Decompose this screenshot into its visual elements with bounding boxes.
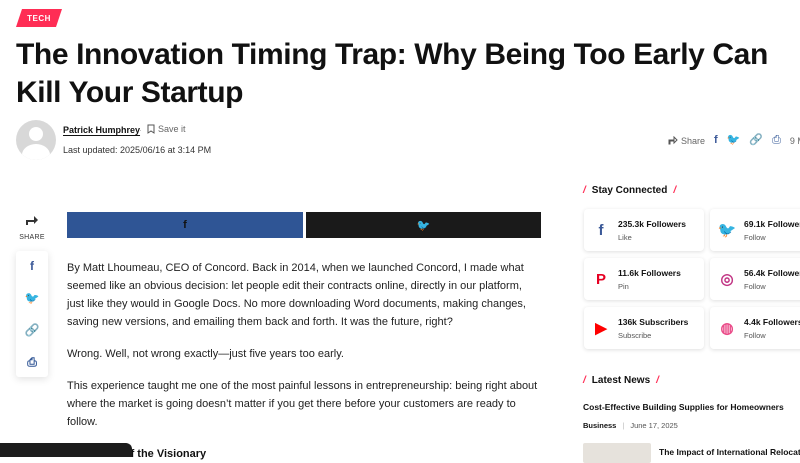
print-icon[interactable]: ⎙ <box>772 135 781 146</box>
latest-news-heading: / Latest News / <box>583 375 659 386</box>
instagram-icon: ◎ <box>720 271 734 288</box>
social-card-youtube[interactable]: ▶ 136k Subscribers Subscribe <box>584 307 704 349</box>
bookmark-icon <box>147 124 155 134</box>
social-count: 4.4k Followers <box>744 316 800 327</box>
twitter-share-button[interactable]: 🐦 <box>306 212 541 238</box>
save-label: Save it <box>158 124 186 134</box>
side-share-button[interactable]: SHARE <box>16 213 48 241</box>
twitter-share-icon[interactable]: 🐦 <box>727 135 741 146</box>
copy-link-icon[interactable]: 🔗 <box>25 321 40 339</box>
header-share-bar: Share f 🐦 🔗 ⎙ 9 M <box>668 135 800 146</box>
share-icon <box>26 216 38 225</box>
news-title-link[interactable]: Cost-Effective Building Supplies for Hom… <box>583 402 784 412</box>
social-count: 11.6k Followers <box>618 267 681 278</box>
social-card-twitter[interactable]: 🐦 69.1k Followers Follow <box>710 209 800 251</box>
share-toggle[interactable]: Share <box>668 136 705 146</box>
social-action: Pin <box>618 281 629 291</box>
article-paragraph: By Matt Lhoumeau, CEO of Concord. Back i… <box>67 262 526 328</box>
dribbble-icon: ◍ <box>720 320 734 337</box>
article-subheading: The Curse of the Visionary <box>67 448 207 460</box>
social-count: 235.3k Followers <box>618 218 687 229</box>
meta-separator: · <box>139 125 142 135</box>
share-label: Share <box>681 135 706 146</box>
category-tag[interactable]: TECH <box>16 9 62 27</box>
facebook-icon: f <box>183 219 187 231</box>
social-action: Follow <box>744 330 766 340</box>
social-count: 69.1k Followers <box>744 218 800 229</box>
floating-share-panel: SHARE f 🐦 🔗 ⎙ <box>16 213 48 377</box>
share-count: 9 M <box>789 135 800 146</box>
news-thumbnail[interactable] <box>583 443 651 463</box>
print-icon[interactable]: ⎙ <box>27 353 37 371</box>
twitter-icon: 🐦 <box>717 222 737 239</box>
stay-connected-heading: / Stay Connected / <box>583 185 677 196</box>
news-meta: Business | June 17, 2025 <box>583 421 678 430</box>
author-avatar[interactable] <box>16 120 56 160</box>
save-button[interactable]: Save it <box>147 124 186 134</box>
article-body: By Matt Lhoumeau, CEO of Concord. Back i… <box>67 259 541 463</box>
youtube-icon: ▶ <box>595 320 607 337</box>
facebook-icon[interactable]: f <box>30 257 34 275</box>
social-count: 136k Subscribers <box>618 316 689 327</box>
share-icon <box>668 136 678 145</box>
social-card-instagram[interactable]: ◎ 56.4k Followers Follow <box>710 258 800 300</box>
article-title: The Innovation Timing Trap: Why Being To… <box>16 38 768 109</box>
author-name-link[interactable]: Patrick Humphrey <box>63 125 140 135</box>
facebook-icon: f <box>598 221 604 239</box>
meta-separator: | <box>622 421 625 430</box>
facebook-share-button[interactable]: f <box>67 212 303 238</box>
article-paragraph: Wrong. Well, not wrong exactly—just five… <box>67 348 344 360</box>
news-category-link[interactable]: Business <box>583 421 616 430</box>
news-title-link[interactable]: The Impact of International Relocation <box>659 447 800 457</box>
twitter-icon: 🐦 <box>416 219 431 232</box>
social-count: 56.4k Followers <box>744 267 800 278</box>
news-date: June 17, 2025 <box>630 421 678 430</box>
article-paragraph: This experience taught me one of the mos… <box>67 380 538 428</box>
twitter-icon[interactable]: 🐦 <box>25 289 40 307</box>
social-card-facebook[interactable]: f 235.3k Followers Like <box>584 209 704 251</box>
social-action: Follow <box>744 281 766 291</box>
social-card-dribbble[interactable]: ◍ 4.4k Followers Follow <box>710 307 800 349</box>
side-share-list: f 🐦 🔗 ⎙ <box>16 251 48 377</box>
pinterest-icon: P <box>595 270 606 288</box>
social-action: Like <box>618 232 632 242</box>
social-card-pinterest[interactable]: P 11.6k Followers Pin <box>584 258 704 300</box>
social-action: Follow <box>744 232 766 242</box>
social-action: Subscribe <box>618 330 652 340</box>
bottom-notification-bar[interactable] <box>0 443 132 457</box>
facebook-share-icon[interactable]: f <box>714 135 718 146</box>
copy-link-icon[interactable]: 🔗 <box>749 135 763 146</box>
side-share-label: SHARE <box>19 234 45 241</box>
last-updated: Last updated: 2025/06/16 at 3:14 PM <box>63 145 212 155</box>
